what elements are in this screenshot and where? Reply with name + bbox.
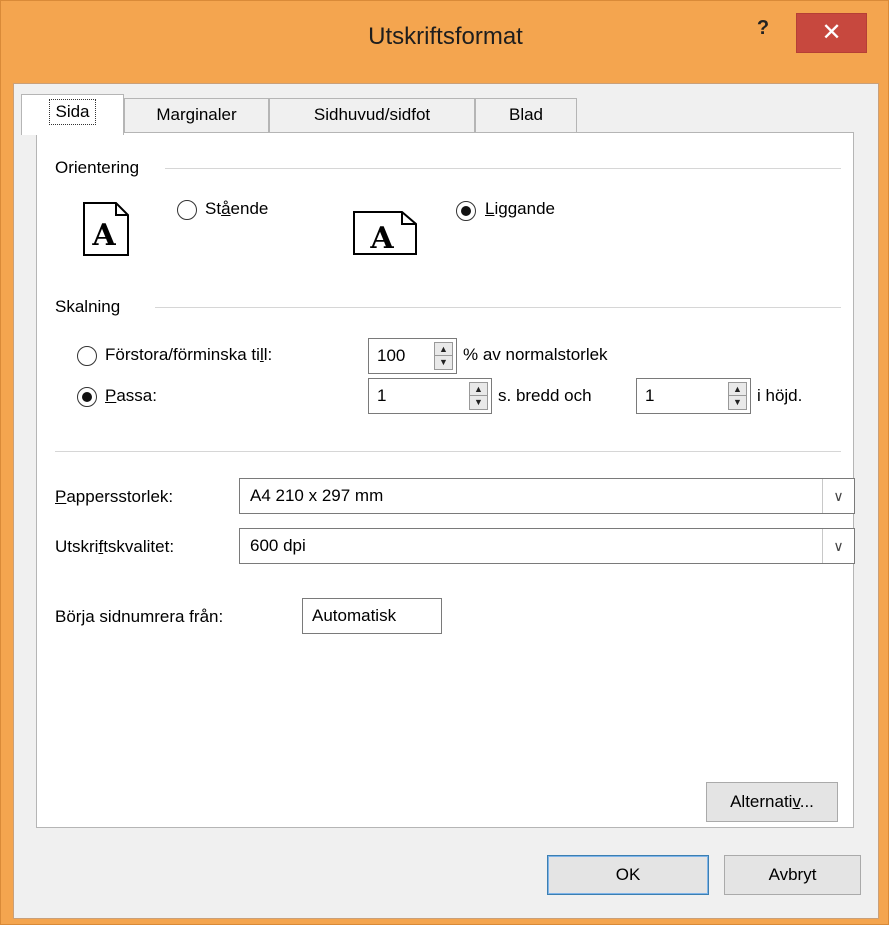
ok-button[interactable]: OK <box>547 855 709 895</box>
section-divider <box>55 451 841 452</box>
scaling-divider <box>155 307 841 308</box>
spin-down-icon[interactable]: ▼ <box>729 396 746 409</box>
tab-panel-sida: Orientering A Stående A Liggande Skalnin… <box>36 132 855 828</box>
tab-marginaler[interactable]: Marginaler <box>124 98 269 134</box>
dialog-window: Utskriftsformat ? ✕ Sida Marginaler Sidh… <box>0 0 889 925</box>
print-quality-label: Utskriftskvalitet: <box>55 537 175 556</box>
options-button[interactable]: Alternativ... <box>706 782 838 822</box>
landscape-icon-letter: A <box>369 221 394 256</box>
spin-up-icon[interactable]: ▲ <box>435 343 452 356</box>
title-bar[interactable]: Utskriftsformat ? ✕ <box>1 1 889 83</box>
fit-tall-spinner[interactable]: 1 ▲ ▼ <box>636 378 751 414</box>
paper-size-select[interactable]: A4 210 x 297 mm ∨ <box>239 478 855 514</box>
paper-size-label: Pappersstorlek: <box>55 487 174 506</box>
spin-down-icon[interactable]: ▼ <box>435 356 452 369</box>
portrait-page-icon: A <box>83 202 129 256</box>
chevron-down-icon[interactable]: ∨ <box>822 479 854 513</box>
tab-blad[interactable]: Blad <box>475 98 577 134</box>
adjust-unit-label: % av normalstorlek <box>463 345 608 364</box>
adjust-percent-value[interactable]: 100 <box>377 346 405 366</box>
fit-to-radio[interactable] <box>77 387 97 407</box>
adjust-percent-spinner[interactable]: 100 ▲ ▼ <box>368 338 457 374</box>
portrait-icon-letter: A <box>91 218 116 253</box>
portrait-radio[interactable] <box>177 200 197 220</box>
fit-tall-spin-buttons[interactable]: ▲ ▼ <box>728 382 747 410</box>
tab-sida[interactable]: Sida <box>21 94 124 135</box>
fit-tall-label: i höjd. <box>757 386 803 405</box>
orientation-divider <box>165 168 841 169</box>
tab-label: Sida <box>49 99 96 125</box>
spin-up-icon[interactable]: ▲ <box>729 383 746 396</box>
first-page-number-label: Börja sidnumrera från: <box>55 607 224 626</box>
landscape-page-icon: A <box>353 211 417 256</box>
landscape-radio[interactable] <box>456 201 476 221</box>
cancel-button[interactable]: Avbryt <box>724 855 861 895</box>
first-page-number-input[interactable]: Automatisk <box>302 598 442 634</box>
spin-down-icon[interactable]: ▼ <box>470 396 487 409</box>
fit-wide-spin-buttons[interactable]: ▲ ▼ <box>469 382 488 410</box>
paper-size-value: A4 210 x 297 mm <box>250 486 384 505</box>
chevron-down-icon[interactable]: ∨ <box>822 529 854 563</box>
help-button[interactable]: ? <box>741 13 785 53</box>
spin-up-icon[interactable]: ▲ <box>470 383 487 396</box>
close-button[interactable]: ✕ <box>796 13 867 53</box>
scaling-group-label: Skalning <box>55 297 121 316</box>
portrait-label[interactable]: Stående <box>205 199 268 219</box>
fit-wide-label: s. bredd och <box>498 386 592 405</box>
print-quality-value: 600 dpi <box>250 536 306 555</box>
landscape-label[interactable]: Liggande <box>485 199 555 219</box>
print-quality-select[interactable]: 600 dpi ∨ <box>239 528 855 564</box>
adjust-to-label[interactable]: Förstora/förminska till: <box>105 345 272 365</box>
adjust-percent-spin-buttons[interactable]: ▲ ▼ <box>434 342 453 370</box>
adjust-to-radio[interactable] <box>77 346 97 366</box>
fit-wide-value[interactable]: 1 <box>377 386 386 406</box>
fit-to-label[interactable]: Passa: <box>105 386 157 406</box>
fit-tall-value[interactable]: 1 <box>645 386 654 406</box>
orientation-group-label: Orientering <box>55 158 140 177</box>
fit-wide-spinner[interactable]: 1 ▲ ▼ <box>368 378 492 414</box>
dialog-client-area: Sida Marginaler Sidhuvud/sidfot Blad Ori… <box>13 83 879 919</box>
tab-sidhuvud-sidfot[interactable]: Sidhuvud/sidfot <box>269 98 475 134</box>
